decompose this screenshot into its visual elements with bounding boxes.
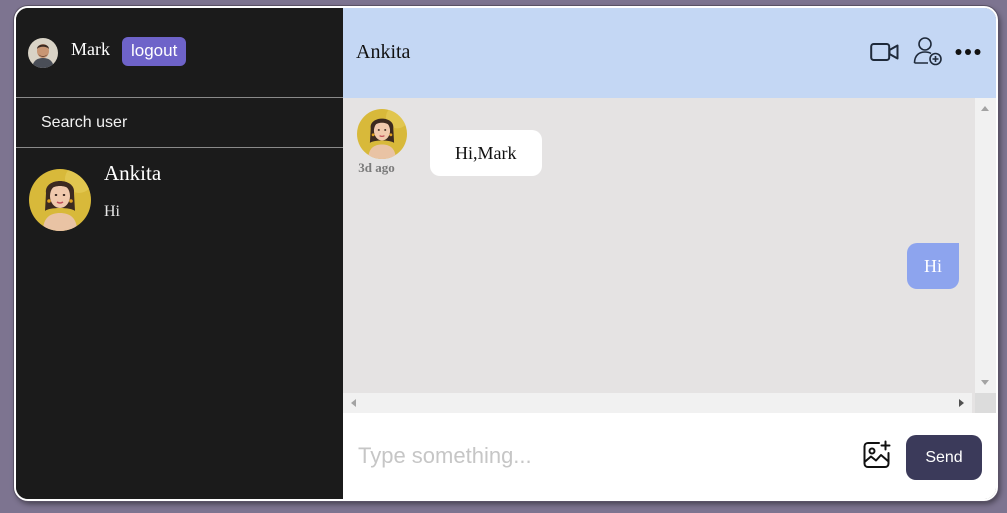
scroll-left-arrow-icon[interactable] <box>351 399 356 407</box>
chat-header-actions <box>870 36 981 66</box>
contact-name: Ankita <box>104 161 162 185</box>
video-camera-icon[interactable] <box>870 42 899 62</box>
current-user-bar: Mark logout <box>16 8 343 98</box>
add-image-icon[interactable] <box>862 440 892 470</box>
message-composer: Send <box>343 413 996 499</box>
contact-avatar <box>29 169 91 231</box>
scrollbar-corner <box>975 393 996 413</box>
incoming-message-bubble: Hi,Mark <box>430 130 542 176</box>
scroll-right-arrow-icon[interactable] <box>959 399 964 407</box>
last-message-preview: Hi <box>104 203 120 220</box>
add-user-icon[interactable] <box>913 36 943 66</box>
search-bar <box>16 98 343 148</box>
chat-list-item[interactable]: Ankita Hi <box>16 148 343 234</box>
incoming-message: 3d ago Hi,Mark <box>354 109 542 176</box>
send-button[interactable]: Send <box>906 435 982 480</box>
current-user-name: Mark <box>71 39 110 59</box>
chat-contact-name: Ankita <box>356 40 411 63</box>
message-list: 3d ago Hi,Mark Hi <box>343 98 972 393</box>
message-meta: 3d ago <box>354 109 409 176</box>
vertical-scrollbar[interactable] <box>975 98 996 393</box>
chat-header: Ankita <box>343 8 996 98</box>
chat-app-window: Mark logout Search user Ankita Hi Ankita… <box>14 6 998 501</box>
chat-panel: Ankita 3d ago Hi,Mark Hi Type something.… <box>343 8 996 499</box>
chat-item-text: Ankita Hi <box>104 161 161 221</box>
message-timestamp: 3d ago <box>358 160 395 175</box>
outgoing-message-bubble: Hi <box>907 243 959 289</box>
current-user-avatar <box>28 37 58 68</box>
more-options-icon[interactable] <box>955 48 981 56</box>
sidebar: Mark logout Search user Ankita Hi <box>16 8 343 499</box>
sender-avatar <box>356 109 407 159</box>
horizontal-scrollbar[interactable] <box>343 393 972 413</box>
scroll-up-arrow-icon[interactable] <box>981 106 989 111</box>
message-input[interactable] <box>358 443 838 469</box>
scroll-down-arrow-icon[interactable] <box>981 380 989 385</box>
messages-scroll-area[interactable]: 3d ago Hi,Mark Hi <box>343 98 996 413</box>
search-user-input[interactable] <box>41 113 301 132</box>
logout-button[interactable]: logout <box>122 37 187 66</box>
